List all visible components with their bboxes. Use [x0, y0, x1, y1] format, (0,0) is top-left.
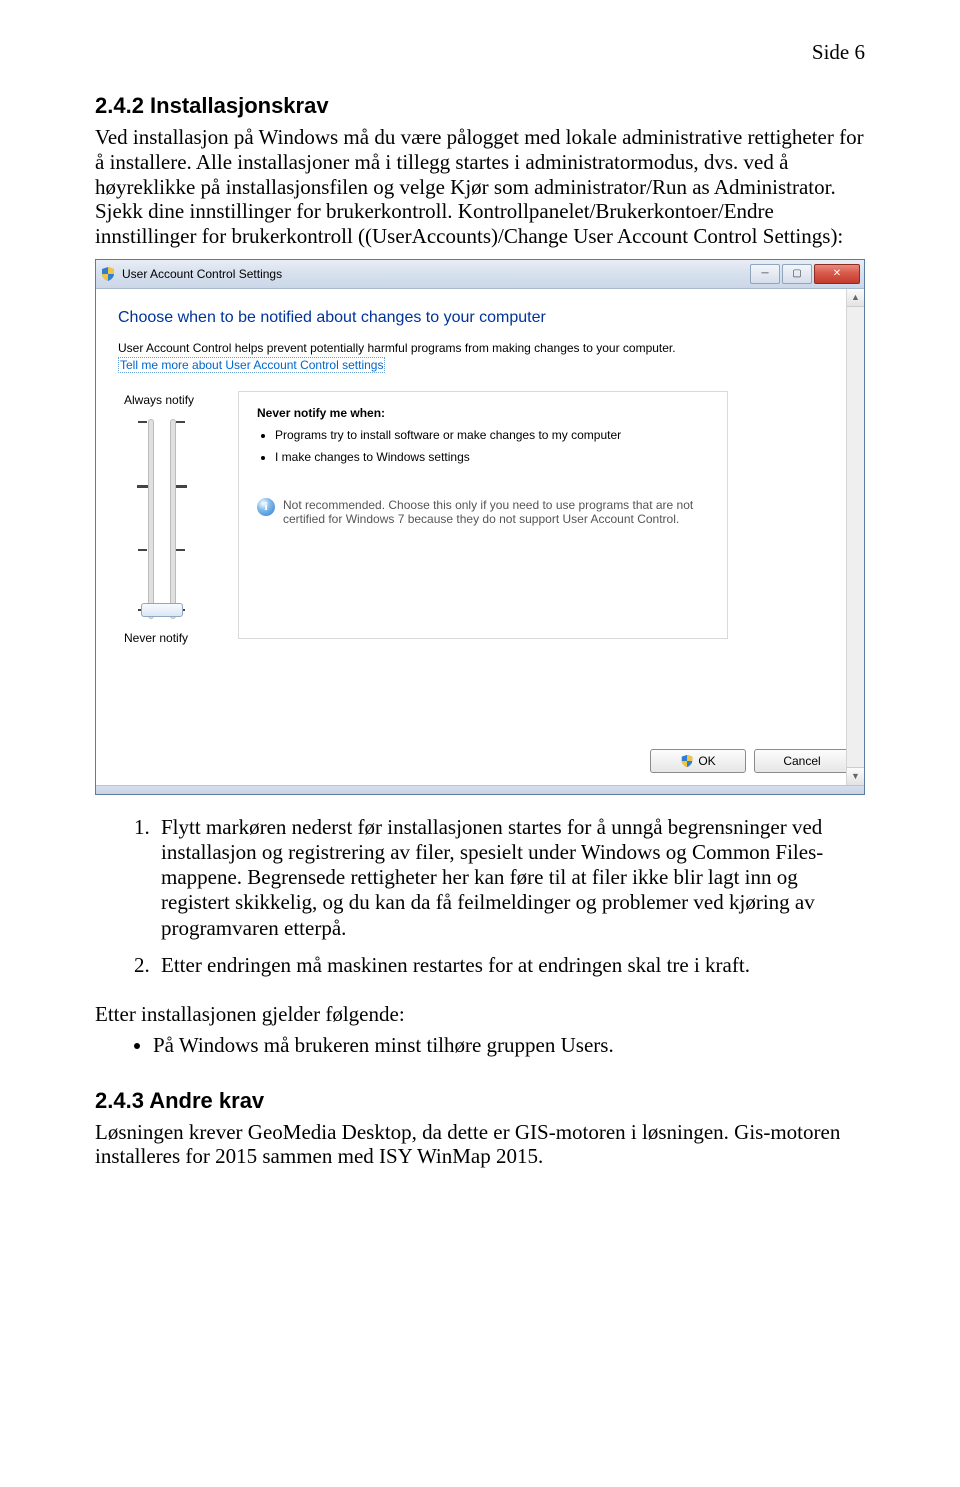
headline: Choose when to be notified about changes…	[118, 309, 842, 327]
numbered-steps: Flytt markøren nederst før installasjone…	[95, 815, 865, 978]
cancel-button[interactable]: Cancel	[754, 749, 850, 773]
section-para-install: Ved installasjon på Windows må du være p…	[95, 125, 865, 249]
ok-button[interactable]: OK	[650, 749, 746, 773]
uac-screenshot: User Account Control Settings ─ ▢ ✕ Choo…	[95, 259, 865, 795]
panel-note: Not recommended. Choose this only if you…	[283, 498, 709, 526]
window-title: User Account Control Settings	[122, 267, 748, 281]
section-heading-other: 2.4.3 Andre krav	[95, 1088, 865, 1114]
minimize-button[interactable]: ─	[750, 264, 780, 284]
panel-item: I make changes to Windows settings	[275, 450, 709, 464]
list-item: Flytt markøren nederst før installasjone…	[155, 815, 865, 941]
panel-title: Never notify me when:	[257, 406, 709, 420]
info-icon: i	[257, 498, 275, 516]
section-heading-install: 2.4.2 Installasjonskrav	[95, 93, 865, 119]
scrollbar[interactable]: ▲ ▼	[846, 289, 864, 785]
uac-slider[interactable]	[138, 413, 190, 625]
section-para-other: Løsningen krever GeoMedia Desktop, da de…	[95, 1120, 865, 1170]
list-item: På Windows må brukeren minst tilhøre gru…	[153, 1033, 865, 1058]
shield-icon	[100, 266, 116, 282]
slider-top-label: Always notify	[124, 393, 238, 407]
titlebar: User Account Control Settings ─ ▢ ✕	[96, 260, 864, 289]
slider-bottom-label: Never notify	[124, 631, 238, 645]
uac-window: User Account Control Settings ─ ▢ ✕ Choo…	[95, 259, 865, 795]
after-install-intro: Etter installasjonen gjelder følgende:	[95, 1002, 865, 1027]
close-button[interactable]: ✕	[814, 264, 860, 284]
page-number: Side 6	[95, 40, 865, 65]
slider-thumb[interactable]	[141, 603, 183, 617]
slider-column: Always notify Never notify	[118, 391, 238, 645]
list-item: Etter endringen må maskinen restartes fo…	[155, 953, 865, 978]
maximize-button[interactable]: ▢	[782, 264, 812, 284]
shield-icon	[680, 754, 694, 768]
scroll-up-button[interactable]: ▲	[847, 289, 864, 307]
uac-desc: User Account Control helps prevent poten…	[118, 341, 842, 355]
ok-label: OK	[698, 754, 715, 768]
after-install-list: På Windows må brukeren minst tilhøre gru…	[95, 1033, 865, 1058]
info-panel: Never notify me when: Programs try to in…	[238, 391, 728, 639]
scroll-down-button[interactable]: ▼	[847, 767, 864, 785]
panel-item: Programs try to install software or make…	[275, 428, 709, 442]
window-content: Choose when to be notified about changes…	[96, 289, 864, 785]
learn-more-link[interactable]: Tell me more about User Account Control …	[118, 357, 385, 373]
